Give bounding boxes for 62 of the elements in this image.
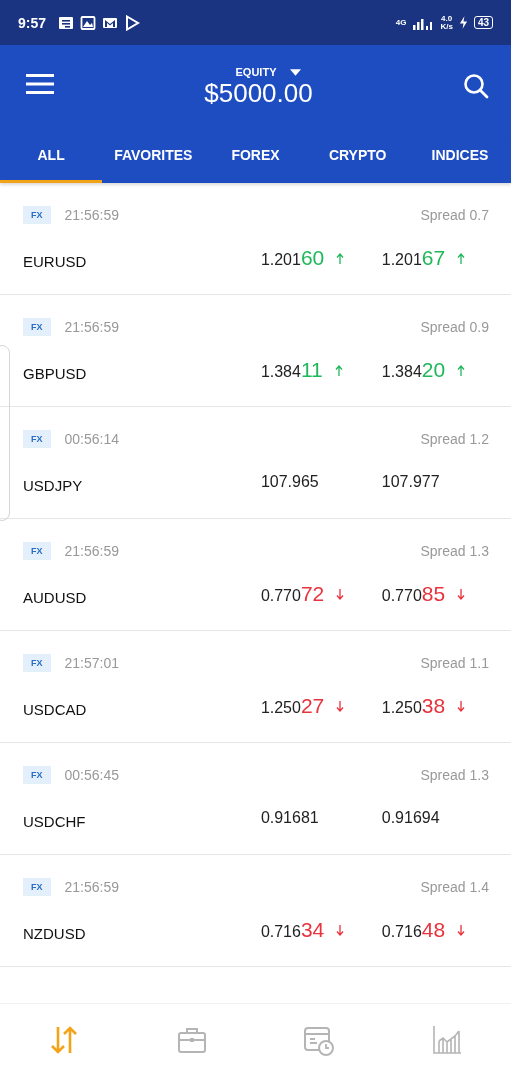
spread-value: Spread 1.2 [420, 431, 489, 447]
symbol-name: NZDUSD [23, 924, 87, 942]
calendar-clock-icon[interactable] [303, 1024, 336, 1056]
symbol-name: EURUSD [23, 252, 88, 270]
market-badge: FX [23, 318, 51, 336]
quote-time: 00:56:14 [64, 431, 119, 447]
spread-value: Spread 1.4 [420, 879, 489, 895]
market-badge: FX [23, 206, 51, 224]
category-tab[interactable]: FOREX [204, 137, 307, 183]
ask-price[interactable]: 1.38420 [381, 358, 446, 382]
chart-icon[interactable] [431, 1024, 464, 1056]
battery-level: 43 [473, 16, 493, 29]
bid-price[interactable]: 0.91681 [260, 809, 319, 827]
network-speed: 4.0 K/s [440, 14, 453, 31]
quote-time: 21:57:01 [64, 655, 119, 671]
bid-price[interactable]: 107.965 [260, 473, 319, 491]
symbol-name: USDCAD [23, 700, 88, 718]
network-type: 4G [395, 18, 407, 27]
play-icon [124, 14, 141, 31]
ask-price[interactable]: 1.25038 [381, 694, 446, 718]
ask-price[interactable]: 0.91694 [381, 809, 440, 827]
equity-amount: $5000.00 [204, 78, 313, 108]
ask-price[interactable]: 107.977 [381, 473, 440, 491]
charging-icon [458, 16, 468, 29]
category-tab[interactable]: ALL [0, 137, 103, 183]
category-tab[interactable]: FAVORITES [102, 137, 205, 183]
market-badge: FX [23, 430, 51, 448]
market-badge: FX [23, 766, 51, 784]
spread-value: Spread 0.7 [420, 207, 489, 223]
symbol-name: GBPUSD [23, 364, 88, 382]
quote-time: 21:56:59 [64, 319, 119, 335]
ask-price[interactable]: 0.71648 [381, 918, 446, 942]
symbol-name: AUDUSD [23, 588, 88, 606]
quote-time: 21:56:59 [64, 543, 119, 559]
spread-value: Spread 1.3 [420, 543, 489, 559]
menu-icon[interactable] [26, 73, 54, 95]
symbol-name: USDCHF [23, 812, 87, 830]
caret-icon[interactable] [290, 68, 302, 76]
bid-price[interactable]: 1.38411 [260, 358, 323, 382]
equity-label: EQUITY [235, 66, 277, 78]
image-icon [80, 14, 97, 31]
quote-time: 00:56:45 [64, 767, 119, 783]
market-badge: FX [23, 878, 51, 896]
category-tab[interactable]: INDICES [408, 137, 511, 183]
ask-price[interactable]: 0.77085 [381, 582, 446, 606]
message-icon [58, 14, 75, 31]
quote-time: 21:56:59 [64, 207, 119, 223]
category-tab[interactable]: CRYPTO [306, 137, 409, 183]
bid-price[interactable]: 1.20160 [260, 246, 325, 270]
market-badge: FX [23, 654, 51, 672]
ask-price[interactable]: 1.20167 [381, 246, 446, 270]
symbol-name: USDJPY [23, 476, 84, 494]
spread-value: Spread 1.1 [420, 655, 489, 671]
market-badge: FX [23, 542, 51, 560]
status-time: 9:57 [18, 14, 47, 31]
quote-time: 21:56:59 [64, 879, 119, 895]
spread-value: Spread 0.9 [420, 319, 489, 335]
bid-price[interactable]: 1.25027 [260, 694, 325, 718]
bid-price[interactable]: 0.77072 [260, 582, 325, 606]
bid-price[interactable]: 0.71634 [260, 918, 325, 942]
spread-value: Spread 1.3 [420, 767, 489, 783]
search-icon[interactable] [463, 73, 489, 99]
